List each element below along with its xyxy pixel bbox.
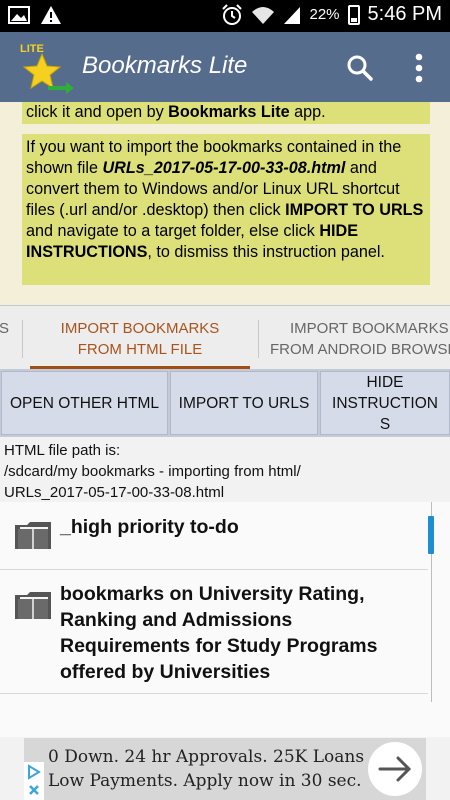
battery-percent: 22%	[309, 6, 340, 23]
instruction-text-main: If you want to import the bookmarks cont…	[22, 134, 430, 285]
clock: 5:46 PM	[367, 3, 442, 25]
app-title: Bookmarks Lite	[82, 52, 248, 79]
folder-icon	[15, 522, 51, 549]
tab-import-android[interactable]: IMPORT BOOKMARKS FROM ANDROID BROWSER	[266, 306, 450, 369]
status-bar: 22% 5:46 PM	[0, 0, 450, 32]
scrollbar-thumb[interactable]	[428, 516, 434, 554]
hide-instructions-button[interactable]: HIDE INSTRUCTION S	[320, 371, 450, 435]
arrow-right-icon[interactable]	[368, 742, 422, 796]
tab-divider	[258, 320, 259, 358]
overflow-menu-icon[interactable]	[404, 50, 434, 86]
warning-icon	[41, 6, 61, 24]
list-item[interactable]: bookmarks on University Rating, Ranking …	[0, 570, 428, 694]
list-item[interactable]: _high priority to-do	[0, 502, 428, 570]
action-row: OPEN OTHER HTML IMPORT TO URLS HIDE INST…	[0, 369, 450, 437]
import-to-urls-button[interactable]: IMPORT TO URLS	[170, 371, 318, 435]
open-other-html-button[interactable]: OPEN OTHER HTML	[1, 371, 168, 435]
bookmark-list: _high priority to-do bookmarks on Univer…	[0, 502, 450, 737]
battery-icon	[347, 4, 360, 25]
wifi-icon	[252, 6, 275, 24]
app-logo: LITE	[20, 43, 74, 94]
ad-choices-icon[interactable]	[24, 762, 44, 800]
tab-partial-left[interactable]: S	[0, 306, 14, 369]
instruction-panel: click it and open by Bookmarks Lite app.…	[0, 102, 450, 305]
ad-text: 0 Down. 24 hr Approvals. 25K Loans Low P…	[48, 747, 365, 791]
instruction-text-top: click it and open by Bookmarks Lite app.	[22, 102, 430, 124]
list-item-label: _high priority to-do	[60, 516, 239, 538]
image-icon	[8, 6, 30, 24]
app-bar: LITE Bookmarks Lite	[0, 32, 450, 102]
search-icon[interactable]	[342, 50, 378, 86]
list-item-label: bookmarks on University Rating, Ranking …	[60, 583, 378, 683]
folder-icon	[15, 592, 51, 619]
alarm-icon	[222, 3, 243, 25]
tab-import-html[interactable]: IMPORT BOOKMARKS FROM HTML FILE	[30, 306, 250, 369]
file-path: HTML file path is: /sdcard/my bookmarks …	[4, 442, 301, 501]
svg-text:LITE: LITE	[20, 43, 44, 55]
tab-bar: S IMPORT BOOKMARKS FROM HTML FILE IMPORT…	[0, 305, 450, 369]
ad-banner[interactable]: 0 Down. 24 hr Approvals. 25K Loans Low P…	[24, 738, 426, 800]
signal-icon	[284, 6, 301, 24]
tab-divider	[22, 320, 23, 358]
